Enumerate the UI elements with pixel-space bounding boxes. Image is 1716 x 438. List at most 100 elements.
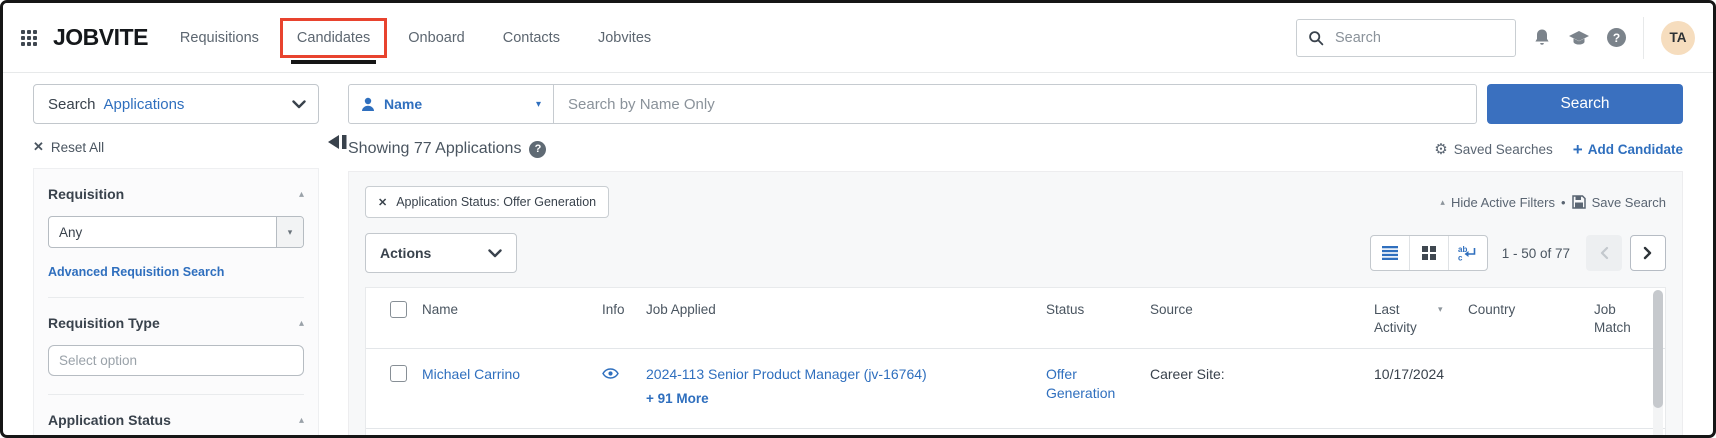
help-icon[interactable]: ? bbox=[529, 140, 547, 158]
jobvite-logo: JOBVITE bbox=[53, 24, 148, 50]
status-link[interactable]: Offer Generation bbox=[1046, 365, 1132, 403]
column-header-country[interactable]: Country bbox=[1458, 301, 1584, 319]
saved-searches-label: Saved Searches bbox=[1453, 141, 1553, 157]
name-search-input[interactable] bbox=[554, 95, 1476, 113]
collapse-sidebar-icon[interactable] bbox=[325, 133, 349, 151]
global-search-box bbox=[1296, 18, 1516, 57]
nav-item-requisitions[interactable]: Requisitions bbox=[180, 30, 259, 46]
source-value: Career Site: bbox=[1150, 366, 1225, 383]
job-match-label: Job Match bbox=[1594, 302, 1631, 335]
caret-down-icon: ▾ bbox=[535, 98, 541, 110]
application-status-section-header[interactable]: Application Status ▴ bbox=[48, 412, 304, 428]
nav-item-candidates[interactable]: Candidates bbox=[279, 17, 388, 64]
help-icon[interactable]: ? bbox=[1607, 28, 1626, 47]
application-status-title: Application Status bbox=[48, 412, 171, 428]
topbar-divider bbox=[1643, 16, 1644, 59]
close-icon: ✕ bbox=[33, 139, 44, 154]
notifications-bell-icon[interactable] bbox=[1533, 28, 1551, 47]
reset-all-button[interactable]: ✕ Reset All bbox=[33, 139, 319, 155]
global-search-input[interactable] bbox=[1333, 28, 1504, 47]
user-avatar[interactable]: TA bbox=[1661, 20, 1695, 55]
search-filters-sidebar: Search Applications ✕ Reset All Requisit… bbox=[33, 84, 347, 435]
actions-dropdown-button[interactable]: Actions bbox=[365, 233, 517, 273]
caret-up-icon: ▴ bbox=[1440, 196, 1445, 207]
nav-item-jobvites[interactable]: Jobvites bbox=[598, 30, 651, 46]
main-content: Name ▾ Search Showing 77 Applications ? … bbox=[348, 84, 1683, 435]
learning-cap-icon[interactable] bbox=[1568, 29, 1590, 47]
applications-table: Name Info Job Applied Status Source Last… bbox=[365, 287, 1666, 435]
info-eye-icon[interactable] bbox=[592, 365, 636, 379]
collapse-caret-icon[interactable]: ▴ bbox=[299, 318, 304, 329]
select-caret-icon[interactable]: ▾ bbox=[276, 217, 303, 247]
table-row: Michael Carrino 2024-113 Senior Product … bbox=[366, 348, 1665, 429]
next-page-button[interactable] bbox=[1630, 235, 1666, 271]
column-header-name[interactable]: Name bbox=[412, 301, 592, 319]
filter-section-requisition: Requisition ▴ Any ▾ Advanced Requisition… bbox=[48, 169, 304, 298]
filter-panel: Requisition ▴ Any ▾ Advanced Requisition… bbox=[33, 168, 319, 435]
last-activity-label: Last Activity bbox=[1374, 302, 1417, 335]
requisition-type-section-header[interactable]: Requisition Type ▴ bbox=[48, 315, 304, 331]
select-all-checkbox[interactable] bbox=[390, 301, 407, 318]
column-header-status[interactable]: Status bbox=[1036, 301, 1140, 319]
column-header-last-activity[interactable]: Last Activity ▾ bbox=[1364, 301, 1458, 336]
requisition-select-value: Any bbox=[59, 224, 83, 240]
last-activity-value: 10/17/2024 bbox=[1374, 366, 1445, 383]
advanced-requisition-search-link[interactable]: Advanced Requisition Search bbox=[48, 265, 304, 279]
candidate-name-link[interactable]: Michael Carrino bbox=[412, 365, 592, 383]
list-view-icon[interactable] bbox=[1371, 236, 1409, 270]
rename-columns-icon[interactable]: ab c bbox=[1447, 236, 1487, 270]
search-scope-label: Search bbox=[48, 95, 96, 113]
filter-chip-label: Application Status: Offer Generation bbox=[396, 195, 597, 209]
actions-label: Actions bbox=[380, 245, 432, 261]
svg-text:c: c bbox=[1458, 254, 1463, 262]
results-panel: ✕ Application Status: Offer Generation ▴… bbox=[348, 171, 1683, 435]
chevron-down-icon bbox=[292, 99, 306, 109]
remove-filter-icon[interactable]: ✕ bbox=[378, 196, 387, 209]
app-window: JOBVITE Requisitions Candidates Onboard … bbox=[0, 0, 1716, 438]
nav-item-contacts[interactable]: Contacts bbox=[503, 30, 560, 46]
top-navigation-bar: JOBVITE Requisitions Candidates Onboard … bbox=[3, 3, 1713, 73]
active-filter-chip[interactable]: ✕ Application Status: Offer Generation bbox=[365, 186, 610, 218]
save-icon bbox=[1571, 195, 1586, 209]
pagination-range: 1 - 50 of 77 bbox=[1501, 245, 1570, 261]
view-toggle-group: ab c bbox=[1369, 235, 1488, 271]
search-icon bbox=[1308, 30, 1324, 46]
filter-section-requisition-type: Requisition Type ▴ bbox=[48, 298, 304, 395]
collapse-caret-icon[interactable]: ▴ bbox=[299, 189, 304, 200]
search-button[interactable]: Search bbox=[1487, 84, 1683, 124]
main-nav: Requisitions Candidates Onboard Contacts… bbox=[180, 17, 651, 64]
column-header-source[interactable]: Source bbox=[1140, 301, 1364, 319]
requisition-type-title: Requisition Type bbox=[48, 315, 160, 331]
requisition-title: Requisition bbox=[48, 186, 125, 202]
more-jobs-link[interactable]: + 91 More bbox=[646, 390, 1036, 408]
saved-searches-button[interactable]: ⚙ Saved Searches bbox=[1434, 140, 1553, 158]
hide-active-filters-link[interactable]: Hide Active Filters bbox=[1451, 195, 1555, 210]
requisition-type-input[interactable] bbox=[48, 345, 304, 376]
reset-all-label: Reset All bbox=[50, 139, 105, 155]
table-scrollbar[interactable] bbox=[1653, 290, 1663, 435]
add-candidate-button[interactable]: + Add Candidate bbox=[1573, 141, 1683, 158]
previous-page-button[interactable] bbox=[1586, 235, 1622, 271]
search-scope-select[interactable]: Search Applications bbox=[33, 84, 319, 124]
collapse-caret-icon[interactable]: ▴ bbox=[299, 415, 304, 426]
requisition-select[interactable]: Any ▾ bbox=[48, 216, 304, 248]
column-header-info: Info bbox=[602, 302, 625, 317]
grid-view-icon[interactable] bbox=[1408, 236, 1448, 270]
column-header-job-applied[interactable]: Job Applied bbox=[636, 301, 1036, 319]
search-field-value: Name bbox=[384, 96, 423, 112]
search-field-selector[interactable]: Name ▾ bbox=[349, 85, 554, 123]
person-icon bbox=[361, 97, 375, 112]
job-applied-link[interactable]: 2024-113 Senior Product Manager (jv-1676… bbox=[646, 366, 927, 382]
results-summary-text: Showing 77 Applications bbox=[348, 140, 522, 157]
sort-caret-icon[interactable]: ▾ bbox=[1438, 304, 1443, 336]
scrollbar-thumb[interactable] bbox=[1653, 290, 1663, 408]
gear-icon: ⚙ bbox=[1434, 141, 1448, 158]
chevron-down-icon bbox=[488, 248, 502, 258]
row-checkbox[interactable] bbox=[390, 365, 407, 383]
table-header-row: Name Info Job Applied Status Source Last… bbox=[366, 288, 1665, 348]
app-grid-icon[interactable] bbox=[21, 29, 37, 46]
nav-item-onboard[interactable]: Onboard bbox=[408, 30, 464, 46]
save-search-link[interactable]: Save Search bbox=[1592, 195, 1666, 210]
requisition-section-header[interactable]: Requisition ▴ bbox=[48, 186, 304, 202]
results-summary: Showing 77 Applications ? bbox=[348, 140, 547, 158]
